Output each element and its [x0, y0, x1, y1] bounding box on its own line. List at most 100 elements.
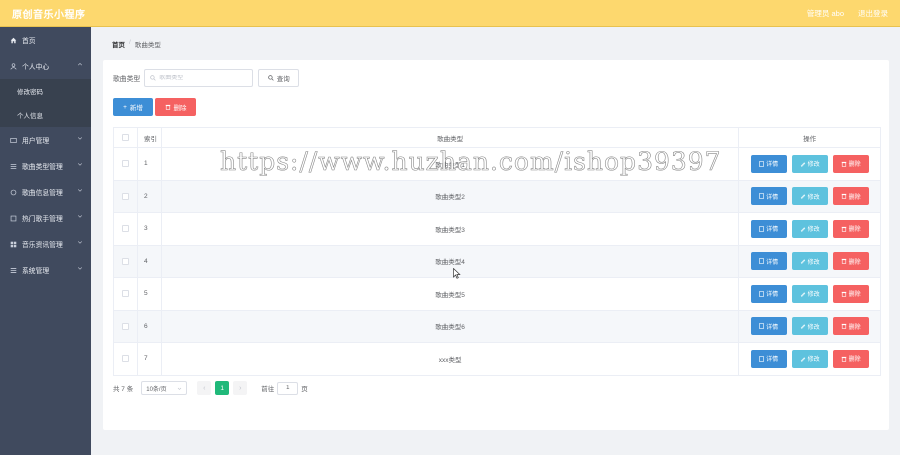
sidebar-item-song-info[interactable]: 歌曲信息管理 [0, 179, 91, 205]
edit-button[interactable]: 修改 [791, 219, 828, 238]
sidebar-item-label: 修改密码 [17, 89, 43, 96]
prev-page-button[interactable]: ‹ [197, 381, 212, 395]
row-operations: 详情 修改 删除 [739, 245, 881, 277]
sidebar-item-song-types[interactable]: 歌曲类型管理 [0, 153, 91, 179]
row-checkbox-cell [114, 148, 138, 180]
goto-suffix: 页 [301, 386, 308, 393]
row-index: 2 [138, 180, 162, 212]
edit-icon [800, 357, 805, 362]
row-checkbox[interactable] [121, 192, 129, 200]
row-checkbox[interactable] [121, 225, 129, 233]
detail-button[interactable]: 详情 [750, 252, 787, 271]
sidebar-item-label: 个人信息 [17, 113, 43, 120]
search-button[interactable]: 查询 [258, 69, 300, 87]
goto-page-input[interactable] [277, 381, 299, 395]
edit-button[interactable]: 修改 [791, 187, 828, 206]
row-checkbox[interactable] [121, 355, 129, 363]
row-checkbox[interactable] [121, 290, 129, 298]
mouse-cursor-icon [453, 268, 461, 279]
sidebar-item-home[interactable]: 首页 [0, 27, 91, 53]
row-song-type: 歌曲类型2 [162, 180, 740, 212]
edit-button[interactable]: 修改 [791, 252, 828, 271]
delete-button-label: 删除 [848, 259, 861, 266]
search-icon [150, 75, 156, 81]
sidebar-item-personal-center[interactable]: 个人中心 [0, 53, 91, 79]
delete-button[interactable]: 删除 [832, 219, 869, 238]
sidebar-item-music-news[interactable]: 音乐资讯管理 [0, 231, 91, 257]
delete-button[interactable]: 删除 [832, 187, 869, 206]
chevron-up-icon [77, 62, 83, 66]
chevron-down-icon [77, 215, 83, 218]
document-icon [759, 258, 764, 265]
delete-button[interactable]: 删除 [832, 349, 869, 368]
sidebar: 首页 个人中心 修改密码 个人信息 用户管理 歌曲类型管理 歌曲信息管理 热门歌… [0, 27, 91, 455]
row-operations: 详情 修改 删除 [739, 310, 881, 342]
detail-button[interactable]: 详情 [750, 349, 787, 368]
document-icon [759, 323, 764, 330]
row-operations: 详情 修改 删除 [739, 343, 881, 375]
select-all-checkbox[interactable] [121, 134, 129, 141]
batch-delete-button[interactable]: 删除 [155, 98, 196, 116]
goto-prefix: 前往 [261, 386, 275, 393]
page-number-current[interactable]: 1 [215, 381, 230, 395]
delete-button[interactable]: 删除 [832, 317, 869, 336]
delete-button-label: 删除 [848, 292, 861, 299]
detail-button[interactable]: 详情 [750, 284, 787, 303]
sidebar-item-label: 热门歌手管理 [22, 216, 63, 223]
detail-button[interactable]: 详情 [750, 187, 787, 206]
edit-button-label: 修改 [807, 259, 820, 266]
trash-icon [841, 161, 846, 167]
row-checkbox-cell [114, 343, 138, 375]
edit-button[interactable]: 修改 [791, 284, 828, 303]
edit-button[interactable]: 修改 [791, 349, 828, 368]
header-index: 索引 [138, 128, 162, 147]
logout-button[interactable]: 退出登录 [858, 8, 888, 19]
top-header: 原创音乐小程序 管理员 abo 退出登录 [0, 0, 900, 27]
chevron-down-icon [77, 267, 83, 270]
next-page-button[interactable]: › [233, 381, 248, 395]
add-button[interactable]: + 新增 [113, 98, 153, 116]
batch-delete-label: 删除 [173, 105, 187, 112]
document-icon [759, 290, 764, 297]
search-box[interactable] [144, 69, 254, 87]
search-input[interactable] [159, 75, 250, 81]
detail-button-label: 详情 [766, 194, 779, 201]
delete-button-label: 删除 [848, 227, 861, 234]
row-checkbox-cell [114, 180, 138, 212]
detail-button-label: 详情 [766, 227, 779, 234]
sidebar-item-change-password[interactable]: 修改密码 [0, 79, 91, 103]
document-icon [759, 160, 764, 167]
row-checkbox[interactable] [121, 257, 129, 265]
delete-button[interactable]: 删除 [832, 252, 869, 271]
sidebar-item-personal-info[interactable]: 个人信息 [0, 103, 91, 127]
table-row: 5 歌曲类型5 详情 修改 删除 [114, 278, 881, 311]
sidebar-item-users[interactable]: 用户管理 [0, 127, 91, 153]
trash-icon [841, 259, 846, 264]
chevron-down-icon [178, 387, 182, 390]
row-checkbox[interactable] [121, 322, 129, 330]
table-row: 4 歌曲类型4 详情 修改 删除 [114, 245, 881, 278]
edit-button-label: 修改 [807, 357, 820, 364]
delete-button-label: 删除 [848, 162, 861, 169]
delete-button[interactable]: 删除 [832, 154, 869, 173]
detail-button[interactable]: 详情 [750, 154, 787, 173]
row-checkbox[interactable] [121, 160, 129, 168]
sidebar-item-system[interactable]: 系统管理 [0, 257, 91, 283]
row-song-type: 歌曲类型5 [162, 278, 740, 310]
row-index: 3 [138, 213, 162, 245]
detail-button[interactable]: 详情 [750, 317, 787, 336]
table-header-row: 索引 歌曲类型 操作 [114, 128, 881, 148]
row-song-type: 歌曲类型3 [162, 213, 740, 245]
delete-button[interactable]: 删除 [832, 284, 869, 303]
edit-icon [800, 292, 805, 297]
edit-button[interactable]: 修改 [791, 154, 828, 173]
row-operations: 详情 修改 删除 [739, 180, 881, 212]
breadcrumb-home[interactable]: 首页 [112, 39, 125, 49]
sidebar-item-hot-singers[interactable]: 热门歌手管理 [0, 205, 91, 231]
trash-icon [841, 194, 846, 199]
page-size-select[interactable]: 10条/页 [141, 381, 188, 395]
row-checkbox-cell [114, 310, 138, 342]
search-icon [267, 75, 274, 81]
detail-button[interactable]: 详情 [750, 219, 787, 238]
edit-button[interactable]: 修改 [791, 317, 828, 336]
